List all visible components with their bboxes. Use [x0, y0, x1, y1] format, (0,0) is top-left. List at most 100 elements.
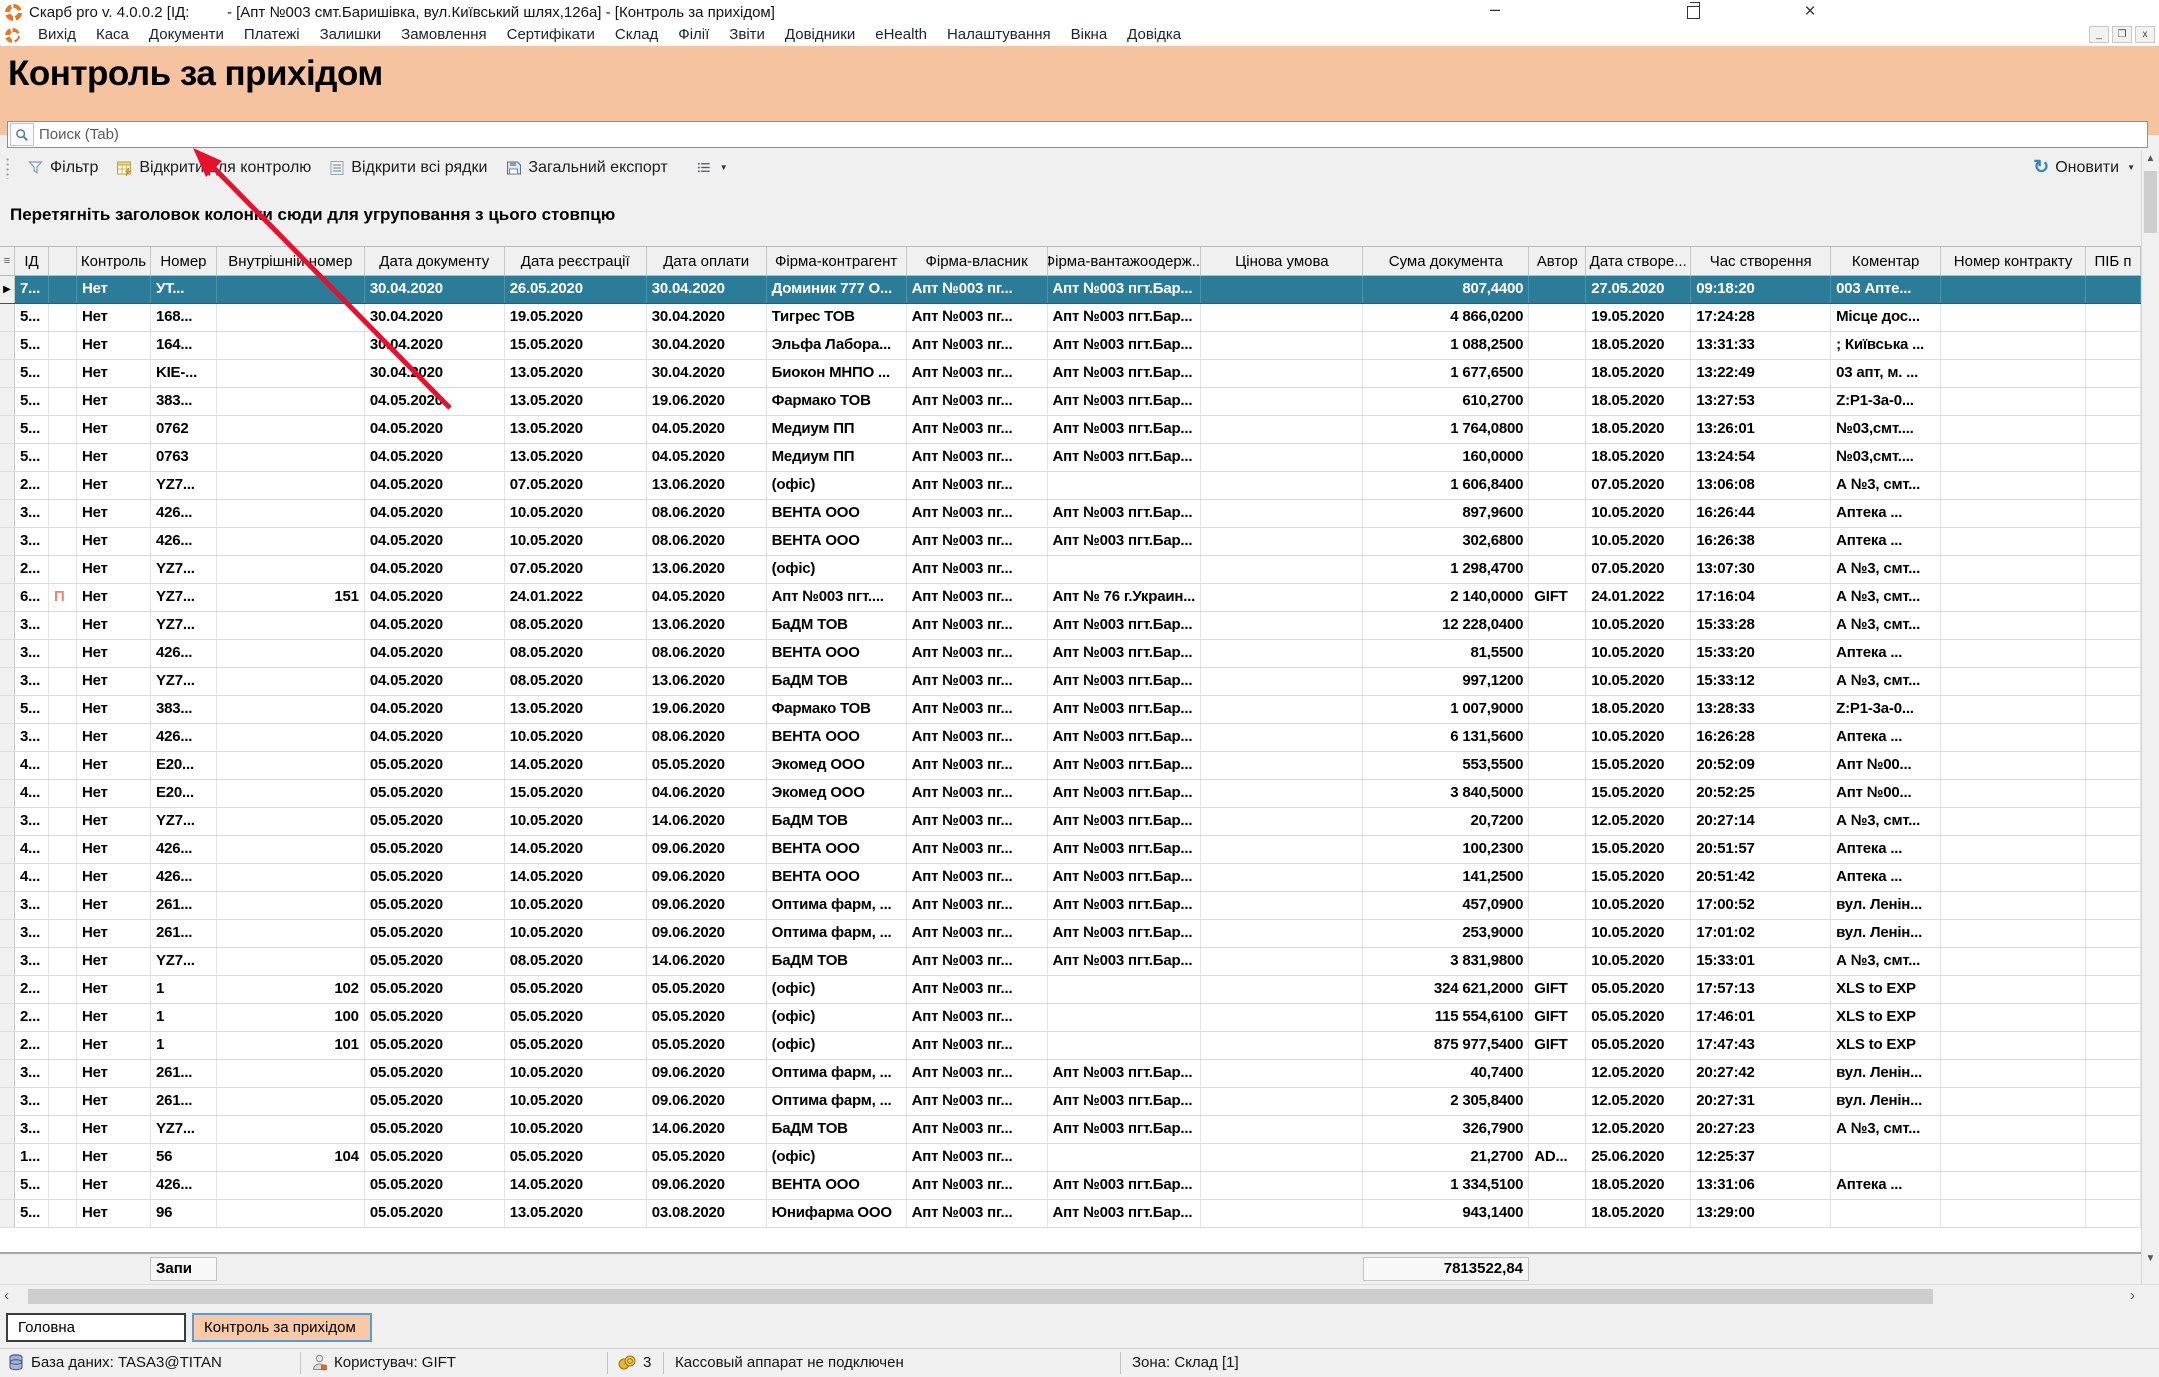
cell-reg_date[interactable]: 10.05.2020 — [505, 1088, 647, 1115]
cell-pib[interactable] — [2086, 612, 2141, 639]
cell-pay_date[interactable]: 13.06.2020 — [647, 556, 767, 583]
table-row[interactable]: 5...Нет383...04.05.202013.05.202019.06.2… — [0, 696, 2141, 724]
cell-consignee[interactable]: Апт №003 пгт.Бар... — [1048, 1060, 1202, 1087]
cell-author[interactable] — [1529, 528, 1586, 555]
cell-control[interactable]: Нет — [77, 332, 151, 359]
cell-flag[interactable] — [49, 500, 77, 527]
cell-doc_date[interactable]: 05.05.2020 — [365, 1200, 505, 1227]
cell-contractor[interactable]: Доминик 777 О... — [767, 276, 907, 303]
cell-doc_date[interactable]: 04.05.2020 — [365, 556, 505, 583]
cell-author[interactable] — [1529, 864, 1586, 891]
cell-contract_number[interactable] — [1941, 1060, 2086, 1087]
cell-contract_number[interactable] — [1941, 640, 2086, 667]
cell-price_condition[interactable] — [1201, 640, 1363, 667]
cell-control[interactable]: Нет — [77, 1172, 151, 1199]
cell-created_time[interactable]: 13:31:33 — [1691, 332, 1831, 359]
cell-contractor[interactable]: Апт №003 пгт.... — [767, 584, 907, 611]
cell-flag[interactable] — [49, 752, 77, 779]
open-all-rows-button[interactable]: Відкрити всі рядки — [320, 155, 496, 181]
cell-contract_number[interactable] — [1941, 444, 2086, 471]
row-selector[interactable] — [0, 696, 15, 723]
menu-item-вікна[interactable]: Вікна — [1061, 24, 1118, 46]
cell-id[interactable]: 6... — [15, 584, 49, 611]
table-row[interactable]: 2...НетYZ7...04.05.202007.05.202013.06.2… — [0, 556, 2141, 584]
cell-created_date[interactable]: 05.05.2020 — [1586, 1004, 1691, 1031]
cell-pib[interactable] — [2086, 1144, 2141, 1171]
cell-contractor[interactable]: Экомед ООО — [767, 752, 907, 779]
cell-pib[interactable] — [2086, 780, 2141, 807]
cell-created_time[interactable]: 13:07:30 — [1691, 556, 1831, 583]
cell-pay_date[interactable]: 19.06.2020 — [647, 696, 767, 723]
cell-sum[interactable]: 553,5500 — [1363, 752, 1529, 779]
cell-id[interactable]: 5... — [15, 696, 49, 723]
row-selector[interactable] — [0, 668, 15, 695]
cell-price_condition[interactable] — [1201, 948, 1363, 975]
cell-control[interactable]: Нет — [77, 836, 151, 863]
table-row[interactable]: 3...Нет426...04.05.202008.05.202008.06.2… — [0, 640, 2141, 668]
table-row[interactable]: ▶7...НетУТ...30.04.202026.05.202030.04.2… — [0, 276, 2141, 304]
cell-price_condition[interactable] — [1201, 276, 1363, 303]
cell-reg_date[interactable]: 10.05.2020 — [505, 920, 647, 947]
cell-number[interactable]: 261... — [151, 892, 217, 919]
cell-contractor[interactable]: Оптима фарм, ... — [767, 920, 907, 947]
cell-consignee[interactable]: Апт № 76 г.Украин... — [1048, 584, 1202, 611]
cell-owner[interactable]: Апт №003 пг... — [907, 1060, 1048, 1087]
cell-owner[interactable]: Апт №003 пг... — [907, 528, 1048, 555]
cell-sum[interactable]: 100,2300 — [1363, 836, 1529, 863]
cell-created_time[interactable]: 20:51:42 — [1691, 864, 1831, 891]
cell-contractor[interactable]: БаДМ ТОВ — [767, 612, 907, 639]
cell-price_condition[interactable] — [1201, 528, 1363, 555]
cell-doc_date[interactable]: 05.05.2020 — [365, 948, 505, 975]
cell-control[interactable]: Нет — [77, 668, 151, 695]
cell-id[interactable]: 5... — [15, 388, 49, 415]
cell-comment[interactable] — [1831, 1144, 1941, 1171]
cell-comment[interactable]: №03,смт.... — [1831, 444, 1941, 471]
cell-owner[interactable]: Апт №003 пг... — [907, 640, 1048, 667]
cell-owner[interactable]: Апт №003 пг... — [907, 276, 1048, 303]
cell-pay_date[interactable]: 09.06.2020 — [647, 1172, 767, 1199]
cell-control[interactable]: Нет — [77, 1088, 151, 1115]
cell-contract_number[interactable] — [1941, 1032, 2086, 1059]
table-row[interactable]: 4...Нет426...05.05.202014.05.202009.06.2… — [0, 836, 2141, 864]
table-row[interactable]: 3...Нет426...04.05.202010.05.202008.06.2… — [0, 528, 2141, 556]
cell-contractor[interactable]: (офіс) — [767, 1032, 907, 1059]
cell-reg_date[interactable]: 13.05.2020 — [505, 444, 647, 471]
cell-author[interactable] — [1529, 472, 1586, 499]
cell-consignee[interactable]: Апт №003 пгт.Бар... — [1048, 920, 1202, 947]
cell-doc_date[interactable]: 04.05.2020 — [365, 388, 505, 415]
cell-owner[interactable]: Апт №003 пг... — [907, 472, 1048, 499]
cell-contractor[interactable]: ВЕНТА ООО — [767, 1172, 907, 1199]
menu-item-звіти[interactable]: Звіти — [719, 24, 775, 46]
cell-comment[interactable]: Апт №00... — [1831, 780, 1941, 807]
table-row[interactable]: 4...Нет426...05.05.202014.05.202009.06.2… — [0, 864, 2141, 892]
cell-internal_number[interactable]: 100 — [217, 1004, 365, 1031]
cell-pay_date[interactable]: 04.06.2020 — [647, 780, 767, 807]
cell-reg_date[interactable]: 10.05.2020 — [505, 808, 647, 835]
cell-created_date[interactable]: 10.05.2020 — [1586, 612, 1691, 639]
cell-internal_number[interactable] — [217, 1172, 365, 1199]
table-row[interactable]: 5...Нет383...04.05.202013.05.202019.06.2… — [0, 388, 2141, 416]
cell-number[interactable]: YZ7... — [151, 948, 217, 975]
row-selector[interactable] — [0, 1172, 15, 1199]
cell-consignee[interactable]: Апт №003 пгт.Бар... — [1048, 892, 1202, 919]
table-row[interactable]: 5...Нет076304.05.202013.05.202004.05.202… — [0, 444, 2141, 472]
cell-number[interactable]: 1 — [151, 1004, 217, 1031]
cell-contractor[interactable]: (офіс) — [767, 472, 907, 499]
cell-pay_date[interactable]: 14.06.2020 — [647, 948, 767, 975]
cell-consignee[interactable]: Апт №003 пгт.Бар... — [1048, 696, 1202, 723]
cell-comment[interactable]: №03,смт.... — [1831, 416, 1941, 443]
cell-consignee[interactable] — [1048, 1144, 1202, 1171]
cell-created_date[interactable]: 25.06.2020 — [1586, 1144, 1691, 1171]
column-header-control[interactable]: Контроль — [77, 247, 151, 275]
cell-created_date[interactable]: 12.05.2020 — [1586, 1116, 1691, 1143]
horizontal-scrollbar[interactable]: ‹ › — [0, 1284, 2159, 1308]
cell-owner[interactable]: Апт №003 пг... — [907, 1144, 1048, 1171]
cell-reg_date[interactable]: 10.05.2020 — [505, 1116, 647, 1143]
cell-number[interactable]: E20... — [151, 752, 217, 779]
cell-price_condition[interactable] — [1201, 1004, 1363, 1031]
cell-pay_date[interactable]: 13.06.2020 — [647, 612, 767, 639]
cell-doc_date[interactable]: 04.05.2020 — [365, 584, 505, 611]
cell-id[interactable]: 3... — [15, 612, 49, 639]
cell-number[interactable]: YZ7... — [151, 584, 217, 611]
cell-sum[interactable]: 326,7900 — [1363, 1116, 1529, 1143]
